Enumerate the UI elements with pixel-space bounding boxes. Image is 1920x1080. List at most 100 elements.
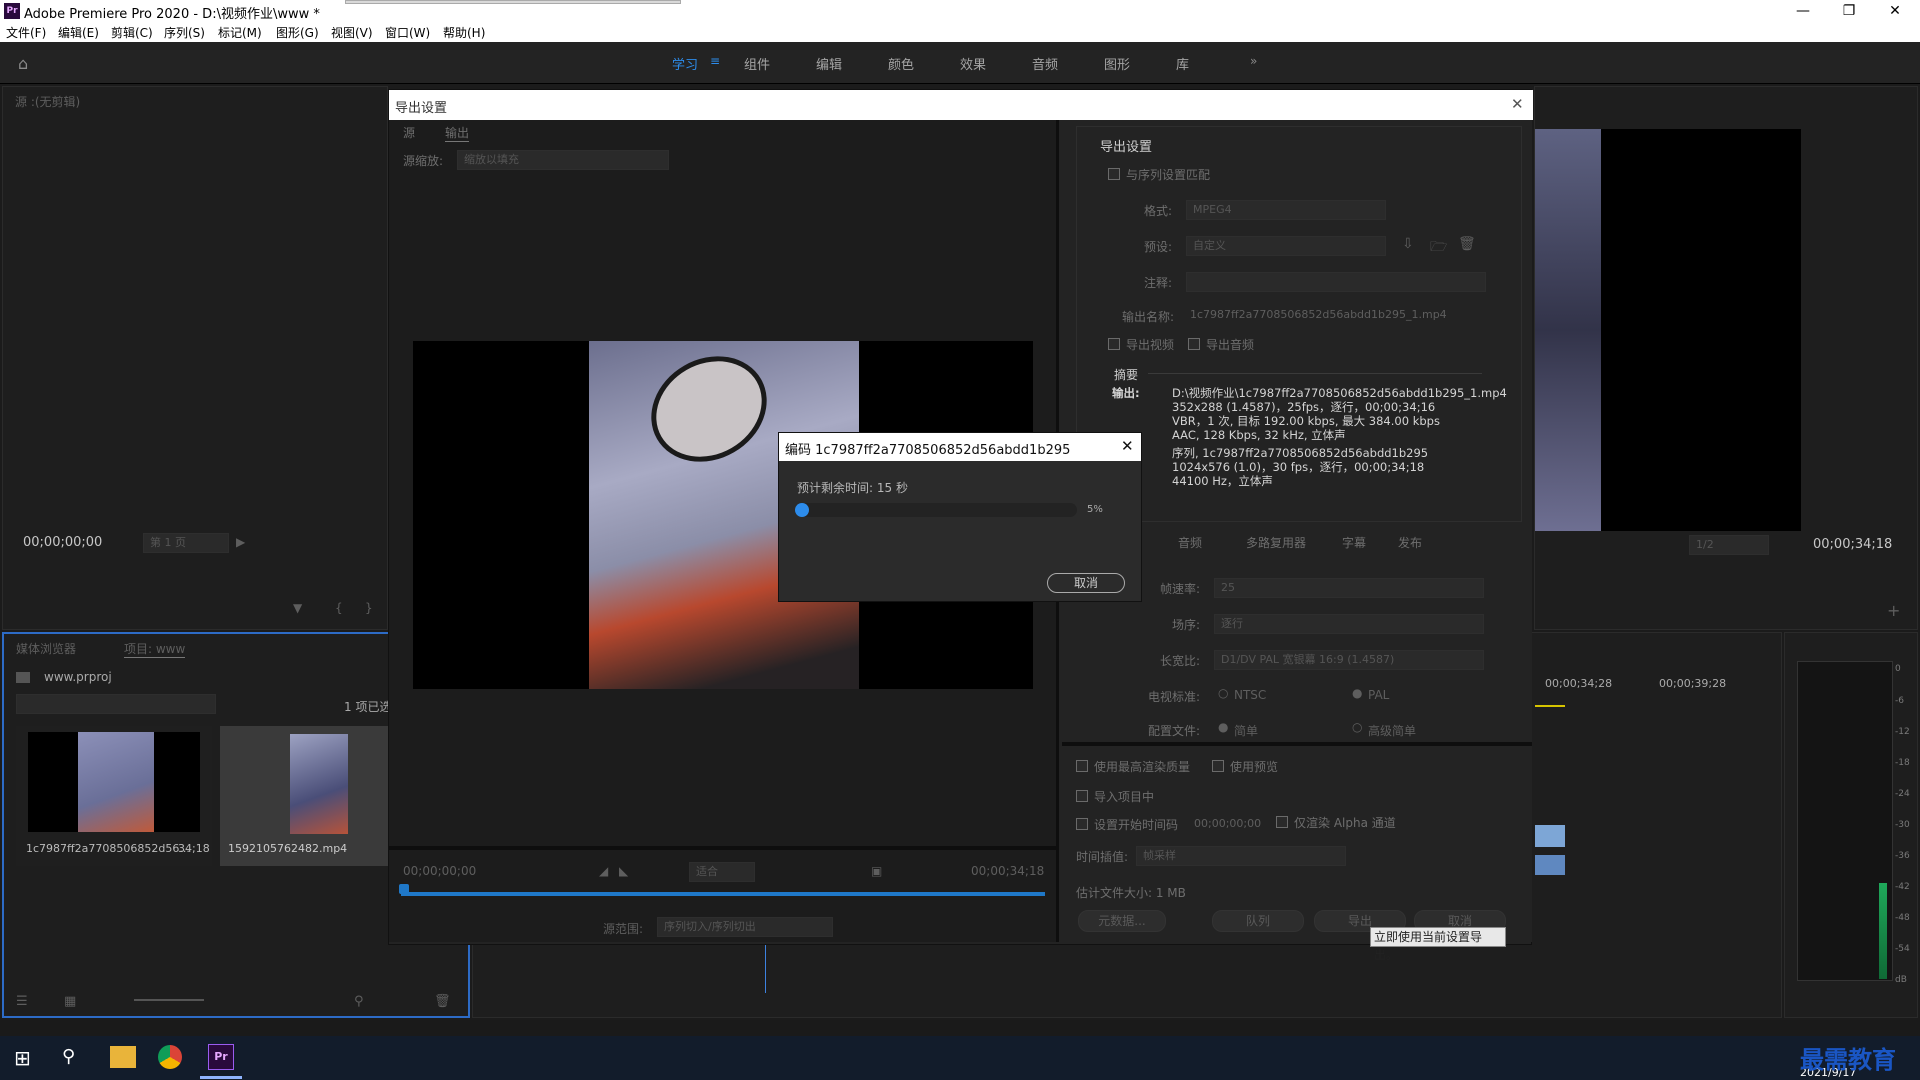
tab-output[interactable]: 输出 xyxy=(445,124,470,142)
export-timeline-bar[interactable] xyxy=(401,892,1045,896)
close-icon[interactable]: ✕ xyxy=(1872,0,1918,22)
profile-advanced-radio-icon[interactable]: ○ xyxy=(1352,720,1362,734)
project-item-2[interactable]: 1592105762482.mp4 xyxy=(220,726,392,866)
video-clip[interactable] xyxy=(1535,825,1565,847)
out-point-icon[interactable]: } xyxy=(365,601,373,615)
tab-media-browser[interactable]: 媒体浏览器 xyxy=(16,640,76,657)
menu-window[interactable]: 窗口(W) xyxy=(385,24,430,41)
menu-edit[interactable]: 编辑(E) xyxy=(58,24,99,41)
in-marker-icon[interactable]: ◢ xyxy=(599,864,608,878)
encoding-title: 编码 1c7987ff2a7708506852d56abdd1b295 xyxy=(785,443,1071,458)
menu-file[interactable]: 文件(F) xyxy=(6,24,46,41)
more-workspaces-icon[interactable]: » xyxy=(1250,54,1257,68)
set-start-tc-checkbox[interactable] xyxy=(1076,818,1088,830)
save-preset-icon[interactable]: ⇩ xyxy=(1402,236,1414,252)
profile-simple-radio-icon[interactable]: ● xyxy=(1218,720,1228,734)
audio-clip[interactable] xyxy=(1535,855,1565,875)
file-explorer-icon[interactable] xyxy=(110,1046,136,1068)
fit-select[interactable]: 适合 xyxy=(689,862,755,882)
premiere-taskbar-icon[interactable]: Pr xyxy=(208,1044,234,1070)
encoding-close-icon[interactable]: ✕ xyxy=(1121,437,1134,455)
source-range-select[interactable]: 序列切入/序列切出 xyxy=(657,917,833,937)
home-icon[interactable]: ⌂ xyxy=(18,54,28,73)
output-name-link[interactable]: 1c7987ff2a7708506852d56abdd1b295_1.mp4 xyxy=(1190,308,1447,321)
match-sequence-checkbox[interactable] xyxy=(1108,168,1120,180)
tab-source[interactable]: 源 xyxy=(403,124,415,141)
ws-learn[interactable]: 学习 xyxy=(672,54,698,73)
out-marker-icon[interactable]: ◣ xyxy=(619,864,628,878)
import-project-checkbox[interactable] xyxy=(1076,790,1088,802)
in-point-icon[interactable]: { xyxy=(335,601,343,615)
trash-icon[interactable]: 🗑 xyxy=(434,994,451,1009)
tab-project[interactable]: 项目: www xyxy=(124,640,186,658)
use-preview-checkbox[interactable] xyxy=(1212,760,1224,772)
tab-publish[interactable]: 发布 xyxy=(1398,534,1422,551)
tab-captions[interactable]: 字幕 xyxy=(1342,534,1366,551)
windows-start-icon[interactable]: ⊞ xyxy=(14,1046,31,1070)
tab-multiplexer[interactable]: 多路复用器 xyxy=(1246,534,1306,551)
meter-label-12: -12 xyxy=(1895,727,1910,737)
taskbar-search-icon[interactable]: ⚲ xyxy=(62,1046,75,1067)
encoding-cancel-button[interactable]: 取消 xyxy=(1047,573,1125,593)
profile-simple-label: 简单 xyxy=(1234,724,1259,738)
tab-audio[interactable]: 音频 xyxy=(1178,534,1202,551)
aspect-toggle-icon[interactable]: ▣ xyxy=(871,864,882,878)
max-render-checkbox[interactable] xyxy=(1076,760,1088,772)
summary-output-block: D:\视频作业\1c7987ff2a7708506852d56abdd1b295… xyxy=(1172,386,1522,442)
summary-source-line-2: 1024x576 (1.0)，30 fps，逐行，00;00;34;18 xyxy=(1172,460,1425,474)
export-video-checkbox[interactable] xyxy=(1108,338,1120,350)
source-scaling-select[interactable]: 缩放以填充 xyxy=(457,150,669,170)
ws-assembly[interactable]: 组件 xyxy=(744,54,770,73)
delete-preset-icon[interactable]: 🗑 xyxy=(1458,236,1476,252)
export-playhead[interactable] xyxy=(399,884,409,894)
zoom-slider[interactable] xyxy=(134,999,204,1001)
preset-select[interactable]: 自定义 xyxy=(1186,236,1386,256)
max-render-label: 使用最高渲染质量 xyxy=(1094,760,1191,774)
play-arrow-icon[interactable]: ▶ xyxy=(236,535,245,549)
add-button-icon[interactable]: + xyxy=(1887,601,1900,620)
ws-menu-icon[interactable]: ≡ xyxy=(710,54,720,68)
restore-icon[interactable]: ❐ xyxy=(1826,0,1872,22)
menu-sequence[interactable]: 序列(S) xyxy=(164,24,205,41)
menu-graphics[interactable]: 图形(G) xyxy=(276,24,319,41)
ws-libraries[interactable]: 库 xyxy=(1176,54,1189,73)
menu-clip[interactable]: 剪辑(C) xyxy=(111,24,153,41)
list-view-icon[interactable]: ☰ xyxy=(16,994,28,1009)
queue-button[interactable]: 队列 xyxy=(1212,910,1304,932)
ws-color[interactable]: 颜色 xyxy=(888,54,914,73)
marker-icon[interactable]: ▼ xyxy=(293,601,302,615)
frame-rate-select[interactable]: 25 xyxy=(1214,578,1484,598)
interp-select[interactable]: 帧采样 xyxy=(1136,846,1346,866)
comment-input[interactable] xyxy=(1186,272,1486,292)
menu-marker[interactable]: 标记(M) xyxy=(218,24,262,41)
aspect-select[interactable]: D1/DV PAL 宽银幕 16:9 (1.4587) xyxy=(1214,650,1484,670)
import-preset-icon[interactable]: 🗁 xyxy=(1430,236,1447,260)
ws-editing[interactable]: 编辑 xyxy=(816,54,842,73)
title-scroll xyxy=(345,0,681,4)
meter-label-6: -6 xyxy=(1895,696,1904,706)
ws-effects[interactable]: 效果 xyxy=(960,54,986,73)
export-settings-header: 导出设置 xyxy=(1100,140,1153,155)
export-audio-checkbox[interactable] xyxy=(1188,338,1200,350)
pal-radio-icon[interactable]: ● xyxy=(1352,686,1362,700)
encoding-dialog: 编码 1c7987ff2a7708506852d56abdd1b295 ✕ 预计… xyxy=(778,432,1142,602)
program-zoom-select[interactable]: 1/2 xyxy=(1689,535,1769,555)
format-label: 格式: xyxy=(1144,204,1173,218)
ws-audio[interactable]: 音频 xyxy=(1032,54,1058,73)
ntsc-radio-icon[interactable]: ○ xyxy=(1218,686,1228,700)
minimize-icon[interactable]: — xyxy=(1780,0,1826,22)
export-dialog-close-icon[interactable]: ✕ xyxy=(1511,95,1524,113)
chrome-icon[interactable] xyxy=(158,1045,182,1069)
menu-help[interactable]: 帮助(H) xyxy=(443,24,485,41)
ws-graphics[interactable]: 图形 xyxy=(1104,54,1130,73)
field-order-select[interactable]: 逐行 xyxy=(1214,614,1484,634)
format-select[interactable]: MPEG4 xyxy=(1186,200,1386,220)
metadata-button[interactable]: 元数据... xyxy=(1078,910,1166,932)
menu-view[interactable]: 视图(V) xyxy=(331,24,373,41)
project-search-input[interactable] xyxy=(16,694,216,714)
search-icon[interactable]: ⚲ xyxy=(354,994,364,1009)
render-alpha-checkbox[interactable] xyxy=(1276,816,1288,828)
icon-view-icon[interactable]: ▦ xyxy=(64,994,76,1009)
source-page-select[interactable]: 第 1 页 xyxy=(143,533,229,553)
project-item-1[interactable]: 1c7987ff2a7708506852d56... 34;18 xyxy=(16,726,212,866)
